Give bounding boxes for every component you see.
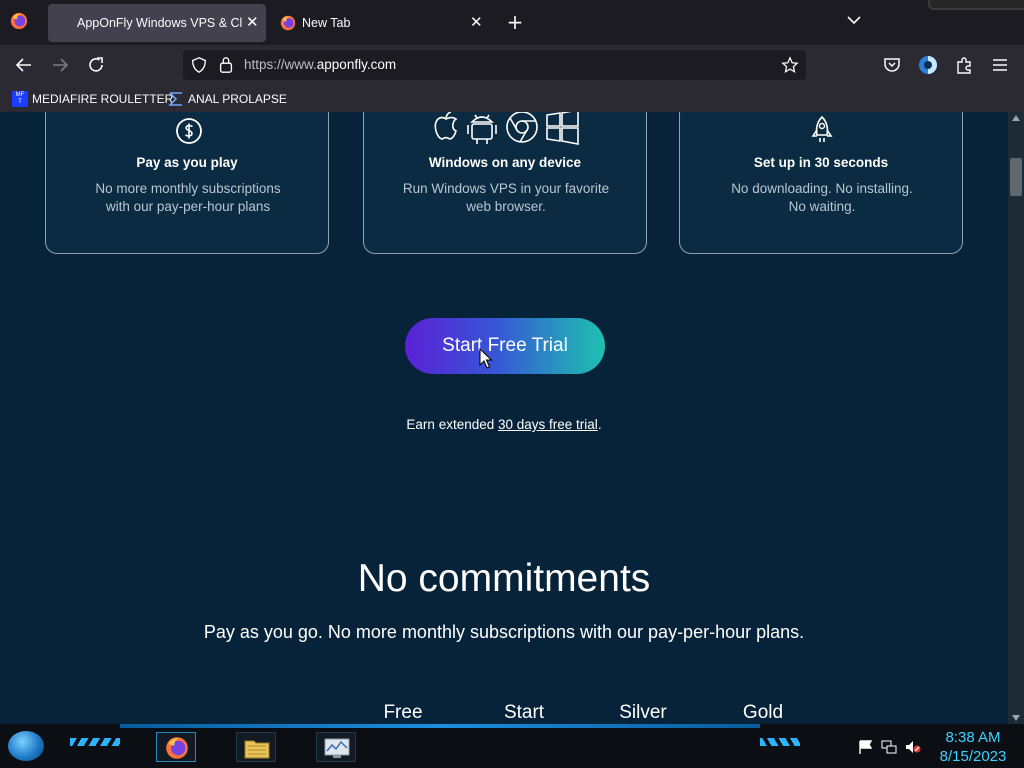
feature-description: No downloading. No installing. No waitin… xyxy=(731,181,913,214)
firefox-icon xyxy=(166,737,188,759)
reload-icon[interactable] xyxy=(86,55,106,75)
folder-icon xyxy=(244,740,270,759)
bookmarks-toolbar: MF T MEDIAFIRE ROULETTER ANAL PROLAPSE xyxy=(0,85,1024,112)
plan-column-silver: Silver xyxy=(619,702,667,723)
tab-apponfly[interactable]: AppOnFly Windows VPS & Clo ✕ xyxy=(48,4,266,42)
start-orb-button[interactable] xyxy=(8,731,44,761)
taskbar-monitor-button[interactable] xyxy=(316,732,356,762)
hamburger-menu-icon[interactable] xyxy=(990,55,1010,75)
lock-icon[interactable] xyxy=(218,56,234,74)
back-arrow-icon[interactable] xyxy=(14,55,34,75)
feature-title: Windows on any device xyxy=(428,155,582,170)
mediafire-favicon-icon: MF T xyxy=(12,91,28,107)
mouse-cursor-icon xyxy=(479,348,493,369)
tab-new-tab[interactable]: New Tab ✕ xyxy=(276,4,494,42)
clock-date: 8/15/2023 xyxy=(939,748,1007,765)
bookmark-mediafire-rouletter[interactable]: MF T MEDIAFIRE ROULETTER xyxy=(12,89,173,109)
feature-description: Run Windows VPS in your favorite web bro… xyxy=(402,181,610,214)
account-avatar-icon[interactable] xyxy=(918,55,938,75)
feature-card-pay-as-you-play: Pay as you play No more monthly subscrip… xyxy=(45,112,329,254)
pocket-icon[interactable] xyxy=(882,55,902,75)
taskbar-firefox-button[interactable] xyxy=(156,732,196,762)
taskbar: 8:38 AM 8/15/2023 xyxy=(0,724,1024,768)
scroll-down-arrow-icon[interactable] xyxy=(1012,715,1020,721)
chrome-icon xyxy=(506,112,538,143)
taskbar-file-explorer-button[interactable] xyxy=(236,732,276,762)
scroll-up-arrow-icon[interactable] xyxy=(1012,115,1020,121)
windows-icon xyxy=(546,112,579,145)
close-tab-icon[interactable]: ✕ xyxy=(470,15,483,30)
tab-bar: AppOnFly Windows VPS & Clo ✕ New Tab ✕ + xyxy=(0,0,1024,45)
tab-title: New Tab xyxy=(302,16,351,30)
dollar-coin-icon xyxy=(176,118,202,144)
firefox-menu-icon[interactable] xyxy=(10,12,28,30)
address-bar[interactable]: https://www.apponfly.com xyxy=(183,50,806,80)
close-tab-icon[interactable]: ✕ xyxy=(246,15,259,30)
shield-icon[interactable] xyxy=(190,56,208,74)
bookmark-anal-prolapse[interactable]: ANAL PROLAPSE xyxy=(168,89,287,109)
android-icon xyxy=(467,114,497,144)
30-days-free-trial-link[interactable]: 30 days free trial xyxy=(498,417,598,432)
platforms-icon xyxy=(434,112,579,145)
tab-title: AppOnFly Windows VPS & Clo xyxy=(77,16,242,30)
action-center-flag-icon[interactable] xyxy=(858,740,874,754)
trial-promo-text: Earn extended 30 days free trial. xyxy=(406,417,602,432)
no-commitments-heading: No commitments xyxy=(357,557,651,600)
scrollbar-thumb[interactable] xyxy=(1010,158,1022,196)
apple-icon xyxy=(434,112,458,140)
plan-column-free: Free xyxy=(383,702,423,723)
navigation-toolbar: https://www.apponfly.com xyxy=(0,45,1024,85)
bookmark-label: MEDIAFIRE ROULETTER xyxy=(32,92,174,106)
web-page-content: Pay as you play No more monthly subscrip… xyxy=(0,112,1008,724)
firefox-icon xyxy=(280,15,296,31)
taskbar-accent-stripe xyxy=(120,724,760,728)
volume-muted-icon[interactable] xyxy=(905,740,921,754)
chevron-down-icon[interactable] xyxy=(846,12,862,28)
extensions-puzzle-icon[interactable] xyxy=(954,55,974,75)
system-clock[interactable]: 8:38 AM 8/15/2023 xyxy=(928,728,1018,766)
no-commitments-subheading: Pay as you go. No more monthly subscript… xyxy=(203,622,805,642)
feature-title: Set up in 30 seconds xyxy=(753,155,889,170)
taskbar-decoration xyxy=(760,738,800,746)
task-manager-icon xyxy=(324,738,350,758)
feature-description: No more monthly subscriptions with our p… xyxy=(95,181,281,214)
network-icon[interactable] xyxy=(881,740,897,754)
page-scrollbar[interactable] xyxy=(1008,112,1024,724)
plan-column-gold: Gold xyxy=(742,702,784,723)
sigma-favicon-icon xyxy=(168,92,182,106)
feature-card-windows-on-any-device: Windows on any device Run Windows VPS in… xyxy=(363,112,647,254)
start-free-trial-button[interactable]: Start Free Trial xyxy=(405,318,605,374)
feature-card-set-up-in-30-seconds: Set up in 30 seconds No downloading. No … xyxy=(679,112,963,254)
window-frame-decoration xyxy=(928,0,1024,10)
taskbar-decoration xyxy=(70,738,120,746)
clock-time: 8:38 AM xyxy=(945,729,1001,746)
bookmark-label: ANAL PROLAPSE xyxy=(188,92,287,106)
plan-column-start: Start xyxy=(503,702,545,723)
new-tab-button[interactable]: + xyxy=(506,10,524,34)
bookmark-star-icon[interactable] xyxy=(781,56,799,74)
rocket-icon xyxy=(811,115,833,142)
feature-title: Pay as you play xyxy=(136,155,238,170)
url-text[interactable]: https://www.apponfly.com xyxy=(244,57,396,72)
forward-arrow-icon[interactable] xyxy=(50,55,70,75)
